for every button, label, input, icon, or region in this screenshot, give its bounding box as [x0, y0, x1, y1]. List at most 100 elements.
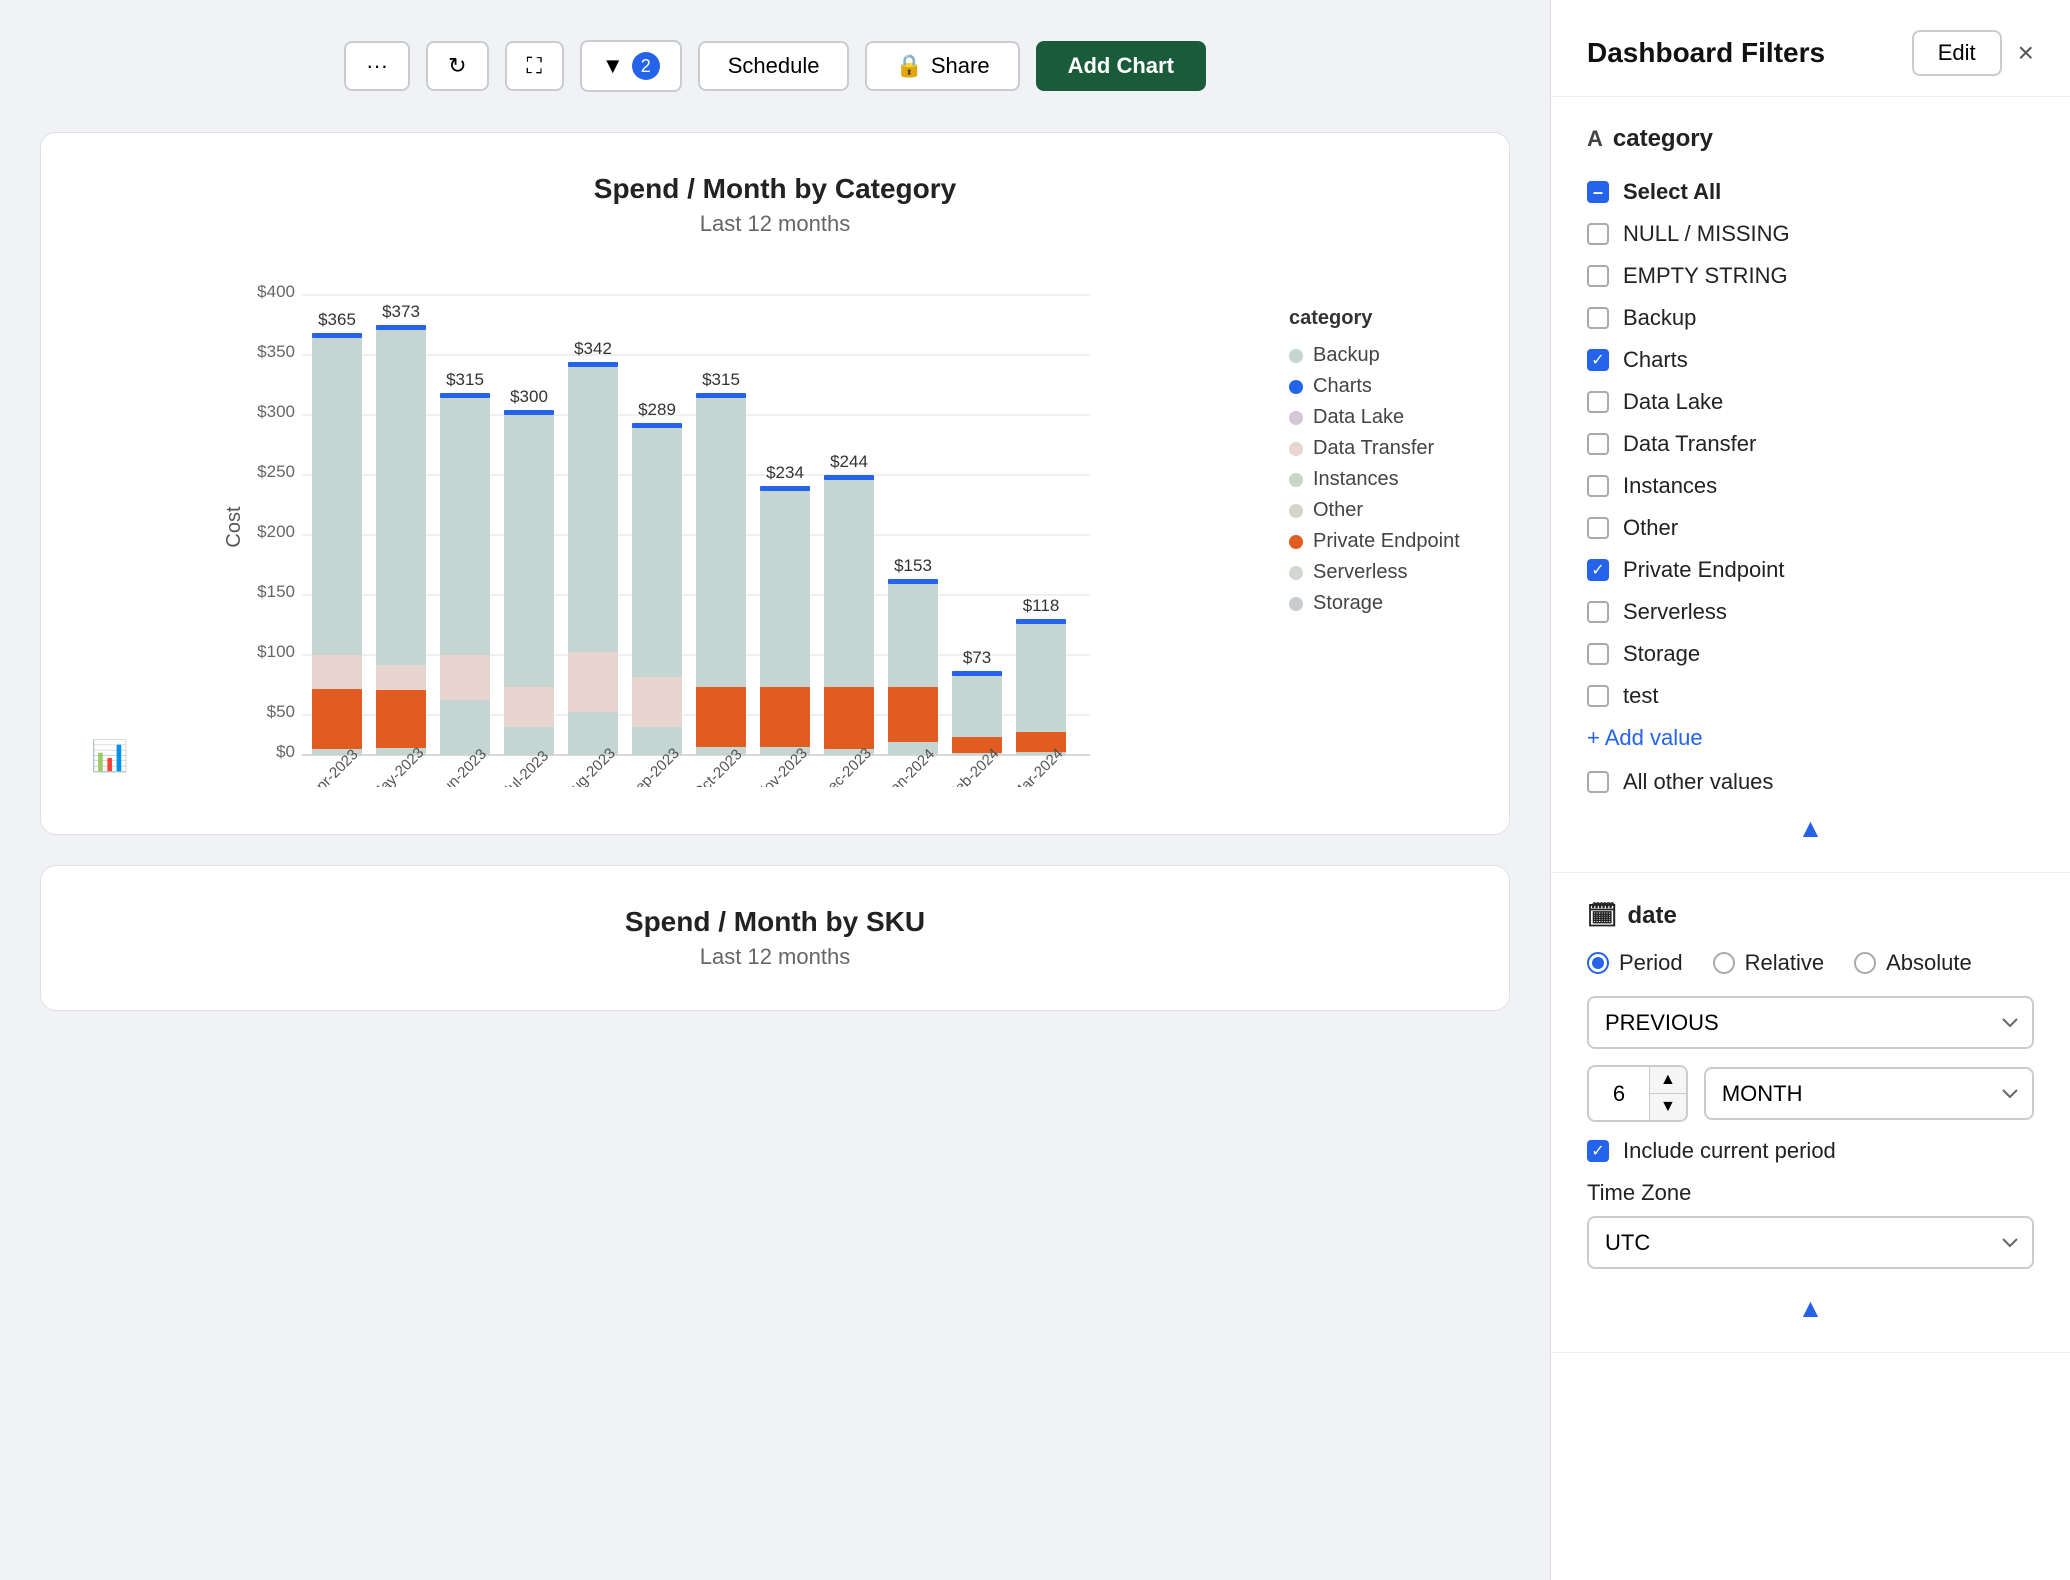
checkbox-data-lake[interactable]	[1587, 391, 1609, 413]
filter-item-test[interactable]: test	[1587, 675, 2034, 717]
chart-1-legend: category Backup Charts Data Lake Data Tr…	[1289, 267, 1469, 794]
add-chart-button[interactable]: Add Chart	[1036, 41, 1206, 91]
stepper-up-button[interactable]: ▲	[1650, 1067, 1686, 1094]
edit-button[interactable]: Edit	[1912, 30, 2002, 76]
filter-item-null-missing[interactable]: NULL / MISSING	[1587, 213, 2034, 255]
test-label: test	[1623, 683, 1658, 709]
close-button[interactable]: ×	[2018, 37, 2034, 69]
checkbox-instances[interactable]	[1587, 475, 1609, 497]
svg-text:$100: $100	[257, 642, 295, 661]
refresh-button[interactable]: ↻	[426, 41, 488, 91]
filter-item-backup[interactable]: Backup	[1587, 297, 2034, 339]
svg-text:$0: $0	[276, 742, 295, 761]
checkbox-other[interactable]	[1587, 517, 1609, 539]
bar-jun-2023: $315	[440, 370, 490, 755]
svg-text:$315: $315	[702, 370, 740, 389]
filter-item-data-transfer[interactable]: Data Transfer	[1587, 423, 2034, 465]
checkbox-serverless[interactable]	[1587, 601, 1609, 623]
filter-button[interactable]: ▼ 2	[580, 40, 682, 92]
radio-absolute-label: Absolute	[1886, 950, 1972, 976]
include-current-row[interactable]: ✓ Include current period	[1587, 1138, 2034, 1164]
filter-item-other[interactable]: Other	[1587, 507, 2034, 549]
filter-item-charts[interactable]: ✓ Charts	[1587, 339, 2034, 381]
sidebar-title: Dashboard Filters	[1587, 37, 1825, 69]
radio-circle-absolute[interactable]	[1854, 952, 1876, 974]
share-button[interactable]: 🔒 Share	[865, 41, 1019, 91]
all-other-values-row[interactable]: All other values	[1587, 759, 2034, 805]
svg-text:$315: $315	[446, 370, 484, 389]
chart-1-area: Cost $400 $350 $300 $250 $200 $150 $100 …	[81, 267, 1469, 794]
svg-text:$300: $300	[510, 387, 548, 406]
legend-dot-data-lake	[1289, 411, 1303, 425]
add-value-button[interactable]: + Add value	[1587, 717, 1703, 759]
checkbox-all-other[interactable]	[1587, 771, 1609, 793]
bar-apr-2023: $365	[312, 310, 362, 755]
stepper-down-button[interactable]: ▼	[1650, 1094, 1686, 1120]
calendar-icon: 🗓	[1587, 901, 1617, 930]
filter-item-private-endpoint[interactable]: ✓ Private Endpoint	[1587, 549, 2034, 591]
lock-icon: 🔒	[895, 53, 922, 79]
radio-circle-relative[interactable]	[1713, 952, 1735, 974]
data-transfer-label: Data Transfer	[1623, 431, 1756, 457]
radio-absolute[interactable]: Absolute	[1854, 950, 1972, 976]
select-all-row[interactable]: – Select All	[1587, 171, 2034, 213]
filter-item-empty-string[interactable]: EMPTY STRING	[1587, 255, 2034, 297]
chart-1-title: Spend / Month by Category	[81, 173, 1469, 205]
chart-type-icon[interactable]: 📊	[91, 739, 128, 774]
previous-select[interactable]: PREVIOUS	[1587, 996, 2034, 1049]
bar-dec-2023: $244	[824, 452, 874, 755]
date-chevron-up-icon[interactable]: ▲	[1798, 1293, 1824, 1324]
all-other-label: All other values	[1623, 769, 1773, 795]
radio-relative-label: Relative	[1745, 950, 1824, 976]
sidebar-header: Dashboard Filters Edit ×	[1551, 0, 2070, 97]
checkbox-data-transfer[interactable]	[1587, 433, 1609, 455]
filter-item-data-lake[interactable]: Data Lake	[1587, 381, 2034, 423]
legend-dot-serverless	[1289, 566, 1303, 580]
checkbox-storage[interactable]	[1587, 643, 1609, 665]
legend-item-private-endpoint: Private Endpoint	[1289, 530, 1469, 553]
legend-item-backup: Backup	[1289, 344, 1469, 367]
select-all-checkbox[interactable]: –	[1587, 181, 1609, 203]
filter-item-serverless[interactable]: Serverless	[1587, 591, 2034, 633]
period-stepper[interactable]: ▲ ▼	[1649, 1067, 1686, 1120]
fullscreen-button[interactable]: ⛶	[505, 41, 564, 91]
period-number-input[interactable]: 6 ▲ ▼	[1587, 1065, 1688, 1122]
svg-text:$365: $365	[318, 310, 356, 329]
radio-circle-period[interactable]	[1587, 952, 1609, 974]
chevron-up-icon[interactable]: ▲	[1798, 813, 1824, 844]
storage-label: Storage	[1623, 641, 1700, 667]
date-filter-section: 🗓 date Period Relative Absolute PREVIOUS	[1551, 873, 2070, 1353]
date-collapse-button[interactable]: ▲	[1587, 1285, 2034, 1324]
schedule-button[interactable]: Schedule	[698, 41, 850, 91]
legend-item-charts: Charts	[1289, 375, 1469, 398]
svg-text:$234: $234	[766, 463, 804, 482]
bar-may-2023: $373	[376, 302, 426, 755]
collapse-button[interactable]: ▲	[1587, 805, 2034, 844]
radio-period[interactable]: Period	[1587, 950, 1683, 976]
checkbox-test[interactable]	[1587, 685, 1609, 707]
chart-1-svg-wrap: Cost $400 $350 $300 $250 $200 $150 $100 …	[81, 267, 1259, 794]
legend-dot-storage	[1289, 597, 1303, 611]
checkbox-null-missing[interactable]	[1587, 223, 1609, 245]
sidebar-panel: Dashboard Filters Edit × A category – Se…	[1550, 0, 2070, 1580]
checkbox-empty-string[interactable]	[1587, 265, 1609, 287]
timezone-select[interactable]: UTC	[1587, 1216, 2034, 1269]
checkbox-backup[interactable]	[1587, 307, 1609, 329]
select-all-label: Select All	[1623, 179, 1721, 205]
y-axis-label: Cost	[223, 506, 245, 548]
include-current-checkbox[interactable]: ✓	[1587, 1140, 1609, 1162]
chart-card-2: Spend / Month by SKU Last 12 months	[40, 865, 1510, 1011]
checkbox-charts[interactable]: ✓	[1587, 349, 1609, 371]
filter-count: 2	[632, 52, 660, 80]
instances-label: Instances	[1623, 473, 1717, 499]
date-section-header: 🗓 date	[1587, 901, 2034, 930]
period-unit-select[interactable]: MONTH	[1704, 1067, 2034, 1120]
filter-item-instances[interactable]: Instances	[1587, 465, 2034, 507]
more-button[interactable]: ···	[344, 41, 410, 91]
checkbox-private-endpoint[interactable]: ✓	[1587, 559, 1609, 581]
radio-period-label: Period	[1619, 950, 1683, 976]
legend-item-serverless: Serverless	[1289, 561, 1469, 584]
legend-dot-other	[1289, 504, 1303, 518]
radio-relative[interactable]: Relative	[1713, 950, 1824, 976]
filter-item-storage[interactable]: Storage	[1587, 633, 2034, 675]
